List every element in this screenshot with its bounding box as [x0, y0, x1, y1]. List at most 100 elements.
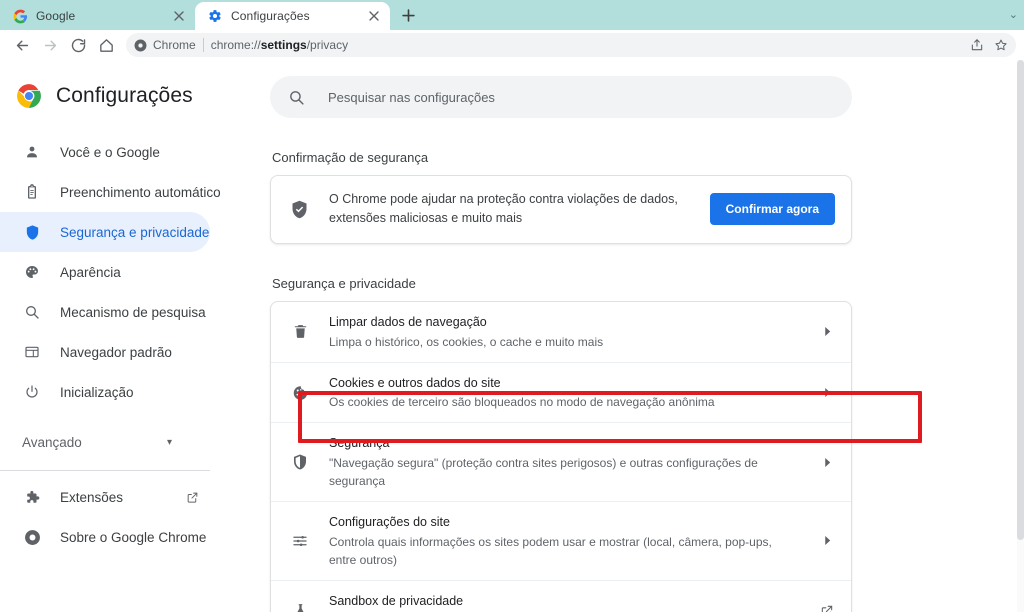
sidebar-item-extensoes[interactable]: Extensões	[0, 477, 210, 517]
external-link-icon[interactable]	[184, 489, 200, 505]
star-icon[interactable]	[990, 34, 1012, 56]
search-icon	[22, 302, 42, 322]
omnibox-chip-label: Chrome	[153, 38, 196, 52]
confirm-now-button[interactable]: Confirmar agora	[709, 193, 835, 226]
flask-icon	[289, 602, 311, 612]
tab-title: Configurações	[231, 9, 310, 23]
chrome-logo-icon	[16, 83, 42, 109]
settings-row-title: Configurações do site	[329, 515, 450, 529]
search-input[interactable]: Pesquisar nas configurações	[270, 76, 852, 118]
settings-row-title: Limpar dados de navegação	[329, 314, 487, 329]
new-tab-button[interactable]	[394, 1, 422, 29]
settings-row-subtitle: Limpa o histórico, os cookies, o cache e…	[329, 334, 604, 349]
settings-row-title: Cookies e outros dados do site	[329, 375, 501, 390]
chevron-right-icon[interactable]	[819, 327, 835, 337]
tab-strip-empty-area[interactable]	[422, 2, 1024, 30]
sidebar-item-voce-e-o-google[interactable]: Você e o Google	[0, 132, 210, 172]
chevron-right-icon[interactable]	[819, 536, 835, 546]
settings-row-configuracoes-do-site[interactable]: Configurações do site Controla quais inf…	[271, 502, 851, 581]
forward-button[interactable]	[36, 31, 64, 59]
shield-icon	[289, 453, 311, 471]
settings-row-body: Limpar dados de navegação Limpa o histór…	[329, 313, 801, 351]
settings-row-title: Sandbox de privacidade	[329, 593, 464, 608]
settings-row-title: Segurança	[329, 436, 390, 451]
trash-icon	[289, 323, 311, 340]
power-icon	[22, 382, 42, 402]
sidebar-item-inicializacao[interactable]: Inicialização	[0, 372, 210, 412]
sidebar-item-mecanismo-de-pesquisa[interactable]: Mecanismo de pesquisa	[0, 292, 210, 332]
sidebar-advanced-toggle[interactable]: Avançado ▾	[0, 420, 210, 464]
settings-row-body: Cookies e outros dados do site Os cookie…	[329, 374, 801, 412]
settings-row-subtitle: "Navegação segura" (proteção contra site…	[329, 456, 758, 488]
sidebar-item-label: Você e o Google	[60, 144, 160, 160]
omnibox-url[interactable]: chrome://settings/privacy	[211, 38, 959, 52]
chevron-right-icon[interactable]	[819, 457, 835, 467]
chrome-grey-icon	[22, 527, 42, 547]
settings-row-seguranca[interactable]: Segurança "Navegação segura" (proteção c…	[271, 423, 851, 502]
safety-check-description: O Chrome pode ajudar na proteção contra …	[329, 192, 678, 226]
tab-strip: Google Configurações ⌄	[0, 0, 1024, 30]
sidebar-item-label: Extensões	[60, 489, 124, 505]
safety-check-section-title: Confirmação de segurança	[272, 150, 429, 165]
sidebar-item-label: Sobre o Google Chrome	[60, 529, 207, 545]
person-icon	[22, 142, 42, 162]
search-area: Pesquisar nas configurações	[260, 60, 1024, 118]
settings-row-body: Sandbox de privacidade Os recursos de te…	[329, 592, 801, 612]
settings-row-body: Configurações do site Controla quais inf…	[329, 513, 801, 569]
page-scrollbar[interactable]	[1017, 60, 1024, 612]
url-suffix: /privacy	[306, 38, 349, 52]
settings-row-sandbox-de-privacidade[interactable]: Sandbox de privacidade Os recursos de te…	[271, 581, 851, 612]
sidebar-item-aparencia[interactable]: Aparência	[0, 252, 210, 292]
window-caret-icon: ⌄	[1008, 9, 1018, 21]
sidebar-item-label: Navegador padrão	[60, 344, 172, 360]
external-link-icon[interactable]	[819, 604, 835, 612]
settings-page: Configurações Você e o Google Preenchime…	[0, 60, 1024, 612]
cookie-icon	[289, 383, 311, 401]
home-button[interactable]	[92, 31, 120, 59]
close-icon[interactable]	[171, 8, 187, 24]
chrome-page-icon	[134, 39, 147, 52]
sidebar-divider	[0, 470, 210, 471]
gear-icon	[207, 8, 223, 24]
settings-brand: Configurações	[0, 68, 260, 124]
privacy-settings-card: Limpar dados de navegação Limpa o histór…	[270, 300, 852, 612]
browser-window-icon	[22, 342, 42, 362]
puzzle-icon	[22, 487, 42, 507]
sidebar-item-seguranca-e-privacidade[interactable]: Segurança e privacidade	[0, 212, 210, 252]
sidebar-item-label: Inicialização	[60, 384, 134, 400]
safety-check-card: O Chrome pode ajudar na proteção contra …	[270, 175, 852, 244]
sidebar-item-label: Segurança e privacidade	[60, 224, 210, 240]
settings-row-subtitle: Os cookies de terceiro são bloqueados no…	[329, 395, 715, 410]
browser-tab-google[interactable]: Google	[0, 2, 195, 30]
settings-row-limpar-dados[interactable]: Limpar dados de navegação Limpa o histór…	[271, 302, 851, 363]
settings-row-body: Segurança "Navegação segura" (proteção c…	[329, 434, 801, 490]
url-bold-part: settings	[260, 38, 307, 52]
settings-main-content: Pesquisar nas configurações Confirmação …	[260, 60, 1024, 612]
search-placeholder: Pesquisar nas configurações	[328, 89, 495, 105]
share-icon[interactable]	[966, 34, 988, 56]
settings-sidebar: Configurações Você e o Google Preenchime…	[0, 60, 260, 612]
tune-icon	[289, 532, 311, 550]
browser-tab-settings[interactable]: Configurações	[195, 2, 390, 30]
shield-icon	[22, 222, 42, 242]
sidebar-item-preenchimento-automatico[interactable]: Preenchimento automático	[0, 172, 221, 212]
settings-row-cookies[interactable]: Cookies e outros dados do site Os cookie…	[271, 363, 851, 424]
back-button[interactable]	[8, 31, 36, 59]
search-icon	[288, 89, 308, 106]
chevron-down-icon: ▾	[166, 436, 172, 448]
sidebar-item-label: Preenchimento automático	[60, 184, 221, 200]
sidebar-item-label: Aparência	[60, 264, 121, 280]
address-bar[interactable]: Chrome chrome://settings/privacy	[126, 33, 1016, 57]
reload-button[interactable]	[64, 31, 92, 59]
chevron-right-icon[interactable]	[819, 387, 835, 397]
shield-check-icon	[289, 199, 311, 220]
sidebar-item-navegador-padrao[interactable]: Navegador padrão	[0, 332, 210, 372]
clipboard-icon	[22, 182, 42, 202]
close-icon[interactable]	[366, 8, 382, 24]
sidebar-advanced-label: Avançado	[22, 434, 82, 450]
omnibox-divider	[202, 38, 204, 52]
sidebar-item-sobre-o-google-chrome[interactable]: Sobre o Google Chrome	[0, 517, 210, 557]
tab-title: Google	[36, 9, 76, 23]
sidebar-nav: Você e o Google Preenchimento automático…	[0, 132, 260, 557]
scrollbar-thumb[interactable]	[1017, 60, 1024, 540]
